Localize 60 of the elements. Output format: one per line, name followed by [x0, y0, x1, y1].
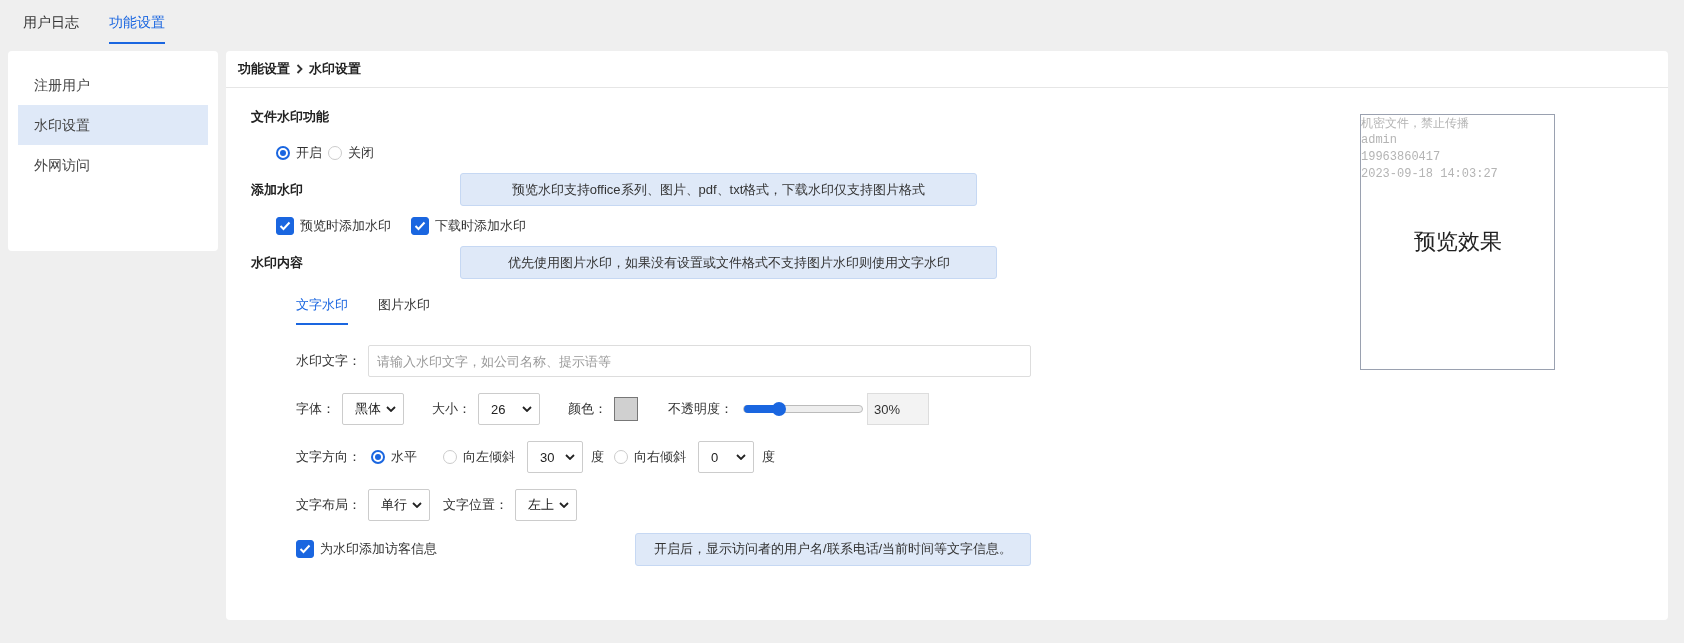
field-label: 文字布局： [296, 496, 361, 514]
radio-label: 水平 [391, 448, 417, 466]
breadcrumb-item: 水印设置 [309, 60, 361, 78]
top-tab[interactable]: 功能设置 [109, 14, 165, 44]
watermark-text: admin [1361, 132, 1398, 149]
angle-select[interactable]: 0 [698, 441, 754, 473]
breadcrumb-item: 功能设置 [238, 60, 290, 78]
caret-icon [559, 502, 569, 508]
color-swatch[interactable] [614, 397, 638, 421]
info-note: 预览水印支持office系列、图片、pdf、txt格式，下载水印仅支持图片格式 [460, 173, 977, 206]
field-label: 文字位置： [443, 496, 508, 514]
unit-label: 度 [762, 448, 775, 466]
sidebar-item[interactable]: 注册用户 [18, 65, 208, 105]
font-select[interactable]: 黑体 [342, 393, 404, 425]
layout-select[interactable]: 单行 [368, 489, 430, 521]
checkbox-label: 为水印添加访客信息 [320, 540, 437, 558]
checkbox-label: 预览时添加水印 [300, 217, 391, 235]
field-label: 文字方向： [296, 448, 361, 466]
preview-title: 预览效果 [1412, 228, 1503, 256]
checkbox[interactable] [411, 217, 429, 235]
sidebar-item[interactable]: 外网访问 [18, 145, 208, 185]
radio-button[interactable] [276, 146, 290, 160]
caret-icon [565, 454, 575, 460]
caret-icon [386, 406, 396, 412]
info-note: 优先使用图片水印，如果没有设置或文件格式不支持图片水印则使用文字水印 [460, 246, 997, 279]
watermark-text: 机密文件，禁止传播 [1361, 115, 1470, 132]
tab[interactable]: 文字水印 [296, 296, 348, 325]
section-title: 添加水印 [251, 180, 304, 199]
angle-select[interactable]: 30 [527, 441, 583, 473]
chevron-right-icon [296, 64, 303, 74]
tab[interactable]: 图片水印 [378, 296, 430, 325]
field-label: 字体： [296, 400, 335, 418]
radio-label: 开启 [296, 144, 322, 162]
checkbox[interactable] [276, 217, 294, 235]
top-tab[interactable]: 用户日志 [23, 14, 79, 44]
field-label: 不透明度： [668, 400, 733, 418]
field-label: 颜色： [568, 400, 607, 418]
checkbox[interactable] [296, 540, 314, 558]
checkbox-label: 下载时添加水印 [435, 217, 526, 235]
section-title: 水印内容 [251, 253, 304, 272]
unit-label: 度 [591, 448, 604, 466]
watermark-text-input[interactable]: 请输入水印文字，如公司名称、提示语等 [368, 345, 1031, 377]
watermark-text: 2023-09-18 14:03:27 [1361, 166, 1499, 183]
field-label: 水印文字： [296, 352, 361, 370]
radio-label: 关闭 [348, 144, 374, 162]
section-title: 文件水印功能 [251, 108, 330, 126]
radio-label: 向右倾斜 [634, 448, 686, 466]
field-label: 大小： [432, 400, 471, 418]
sidebar-item[interactable]: 水印设置 [18, 105, 208, 145]
caret-icon [736, 454, 746, 460]
caret-icon [522, 406, 532, 412]
info-note: 开启后，显示访问者的用户名/联系电话/当前时间等文字信息。 [635, 532, 1031, 566]
caret-icon [412, 502, 422, 508]
radio-label: 向左倾斜 [463, 448, 515, 466]
size-select[interactable]: 26 [478, 393, 540, 425]
watermark-text: 19963860417 [1361, 149, 1442, 166]
opacity-slider[interactable] [743, 405, 863, 413]
radio-button[interactable] [371, 450, 385, 464]
opacity-value: 30% [867, 393, 929, 425]
position-select[interactable]: 左上 [515, 489, 577, 521]
